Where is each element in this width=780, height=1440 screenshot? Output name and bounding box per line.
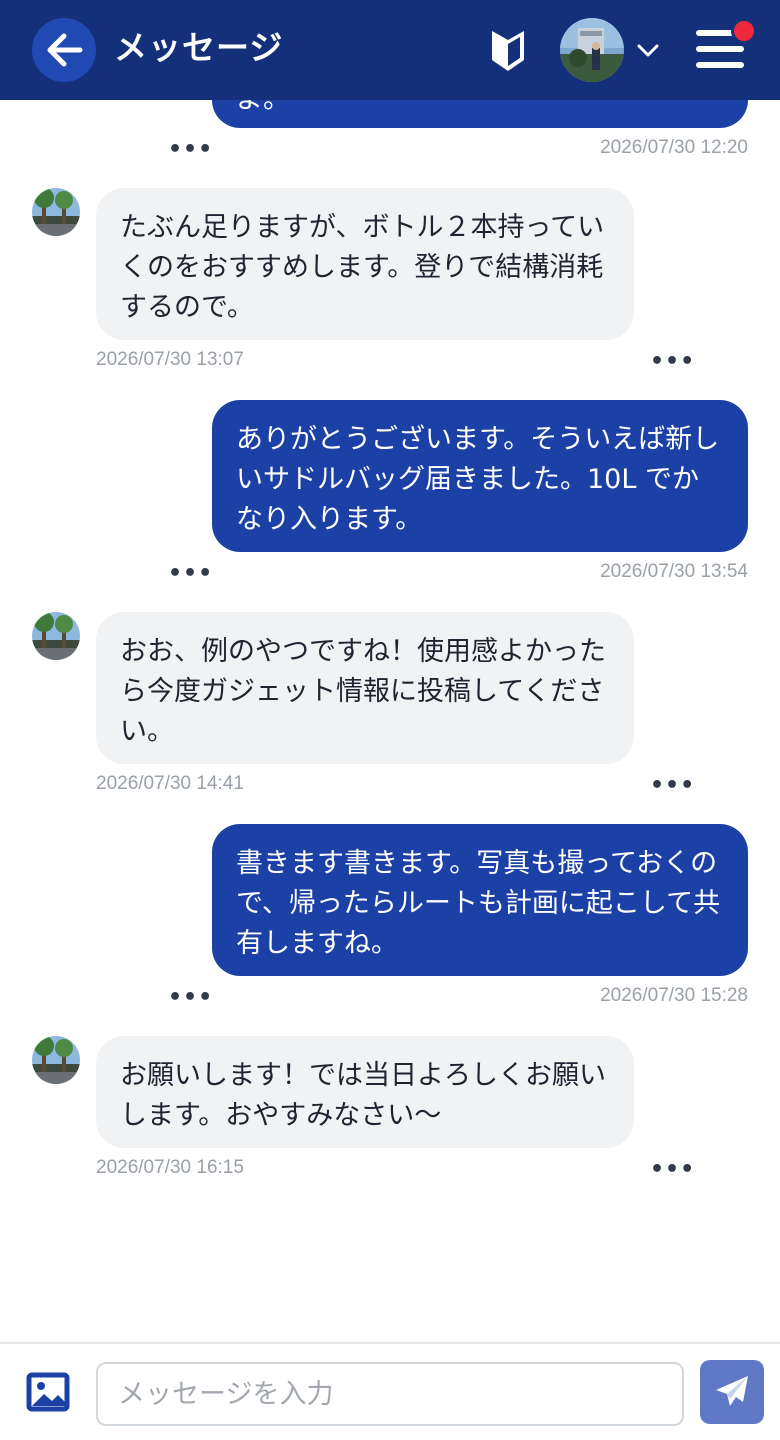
- notification-badge: [731, 18, 757, 44]
- image-upload-icon: [26, 1372, 70, 1412]
- message-text: ありがとうございます。そういえば新しいサドルバッグ届きました。10L でかなり入…: [236, 424, 720, 535]
- message-text: たぶん足りますが、ボトル２本持っていくのをおすすめします。登りで結構消耗するので…: [120, 212, 605, 323]
- message-text: よ。: [236, 100, 290, 120]
- message-timestamp: 2026/07/30 13:07: [96, 349, 244, 370]
- message-bubble-incoming[interactable]: おお、例のやつですね！使用感よかったら今度ガジェット情報に投稿してください。: [96, 612, 634, 764]
- message-text: おお、例のやつですね！使用感よかったら今度ガジェット情報に投稿してください。: [120, 636, 606, 747]
- message-timestamp: 2026/07/30 14:41: [96, 773, 244, 794]
- app-header: メッセージ: [0, 0, 780, 100]
- message-more-options[interactable]: •••: [168, 987, 213, 1009]
- chevron-down-icon[interactable]: [636, 38, 660, 62]
- message-input[interactable]: [96, 1362, 684, 1426]
- user-avatar[interactable]: [560, 18, 624, 82]
- sender-avatar[interactable]: [32, 188, 80, 236]
- message-more-options[interactable]: •••: [650, 775, 695, 797]
- message-timestamp: 2026/07/30 12:20: [600, 137, 748, 158]
- back-button[interactable]: [32, 18, 96, 82]
- message-list[interactable]: よ。 ••• 2026/07/30 12:20 たぶん足りますが、ボトル２本持っ…: [0, 100, 780, 1342]
- message-more-options[interactable]: •••: [168, 563, 213, 585]
- message-timestamp: 2026/07/30 15:28: [600, 985, 748, 1006]
- beginner-mark-icon[interactable]: [488, 28, 528, 74]
- send-button[interactable]: [700, 1360, 764, 1424]
- page-title: メッセージ: [114, 28, 284, 67]
- message-text: 書きます書きます。写真も撮っておくので、帰ったらルートも計画に起こして共有します…: [236, 848, 721, 959]
- message-bubble-outgoing[interactable]: ありがとうございます。そういえば新しいサドルバッグ届きました。10L でかなり入…: [212, 400, 748, 552]
- message-bubble-incoming[interactable]: お願いします！では当日よろしくお願いします。おやすみなさい〜: [96, 1036, 634, 1148]
- message-timestamp: 2026/07/30 13:54: [600, 561, 748, 582]
- message-more-options[interactable]: •••: [168, 139, 213, 161]
- message-text: お願いします！では当日よろしくお願いします。おやすみなさい〜: [120, 1060, 606, 1131]
- sender-avatar[interactable]: [32, 1036, 80, 1084]
- send-paper-plane-icon: [716, 1376, 748, 1406]
- arrow-left-icon: [47, 33, 83, 67]
- message-more-options[interactable]: •••: [650, 351, 695, 373]
- message-more-options[interactable]: •••: [650, 1159, 695, 1181]
- image-upload-button[interactable]: [26, 1372, 70, 1412]
- message-timestamp: 2026/07/30 16:15: [96, 1157, 244, 1178]
- message-bubble-outgoing[interactable]: よ。: [212, 100, 748, 128]
- message-composer: [0, 1342, 780, 1440]
- message-bubble-outgoing[interactable]: 書きます書きます。写真も撮っておくので、帰ったらルートも計画に起こして共有します…: [212, 824, 748, 976]
- sender-avatar[interactable]: [32, 612, 80, 660]
- message-bubble-incoming[interactable]: たぶん足りますが、ボトル２本持っていくのをおすすめします。登りで結構消耗するので…: [96, 188, 634, 340]
